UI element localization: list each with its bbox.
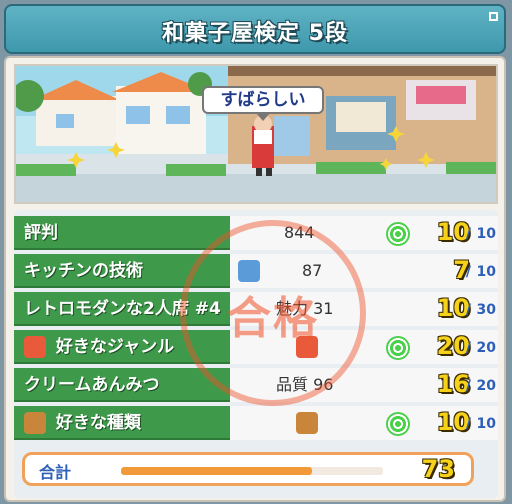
speech-bubble-text: すばらしい: [220, 90, 306, 110]
row-label: 評判: [14, 216, 230, 250]
row-max: 20: [476, 378, 496, 394]
row-favorite-type: 好きな種類 10 / 10: [14, 406, 498, 442]
dialog: 和菓子屋検定 5段 すばらしい 評判 844 10 / 10 キッチンの技術 8…: [0, 0, 512, 504]
title-bar: 和菓子屋検定 5段: [4, 4, 506, 54]
progress-fill: [121, 467, 313, 475]
slash: /: [465, 264, 471, 280]
row-label-text: 好きなジャンル: [55, 337, 175, 357]
total-label: 合計: [39, 463, 72, 482]
pass-stamp: 合格: [180, 220, 366, 406]
page-title: 和菓子屋検定 5段: [162, 21, 348, 46]
row-max: 10: [476, 226, 496, 242]
dish-icon: [24, 412, 46, 434]
slash: /: [465, 340, 471, 356]
dish-icon: [296, 412, 318, 434]
row-right: 20 / 20: [378, 330, 498, 364]
row-right: 16 / 20: [378, 368, 498, 402]
target-icon: [386, 336, 410, 360]
row-max: 30: [476, 302, 496, 318]
row-right: 7 / 10: [378, 254, 498, 288]
slash: /: [465, 302, 471, 318]
flower-icon: [24, 336, 46, 358]
row-mid: [230, 406, 378, 440]
speech-bubble: すばらしい: [202, 86, 324, 121]
progress-bar: [121, 467, 383, 475]
row-right: 10 / 30: [378, 292, 498, 326]
close-icon[interactable]: [489, 12, 498, 21]
total-bar: 合計 73: [22, 452, 474, 486]
total-value: 73: [421, 455, 455, 483]
slash: /: [465, 416, 471, 432]
slash: /: [465, 378, 471, 394]
row-label-text: 好きな種類: [55, 413, 141, 433]
scene-image: [14, 64, 498, 204]
row-right: 10 / 10: [378, 216, 498, 250]
target-icon: [386, 222, 410, 246]
row-max: 10: [476, 264, 496, 280]
pass-stamp-text: 合格: [227, 293, 319, 344]
row-right: 10 / 10: [378, 406, 498, 440]
row-max: 20: [476, 340, 496, 356]
target-icon: [386, 412, 410, 436]
slash: /: [465, 226, 471, 242]
row-label: クリームあんみつ: [14, 368, 230, 402]
row-label: 好きな種類: [14, 406, 230, 440]
row-max: 10: [476, 416, 496, 432]
